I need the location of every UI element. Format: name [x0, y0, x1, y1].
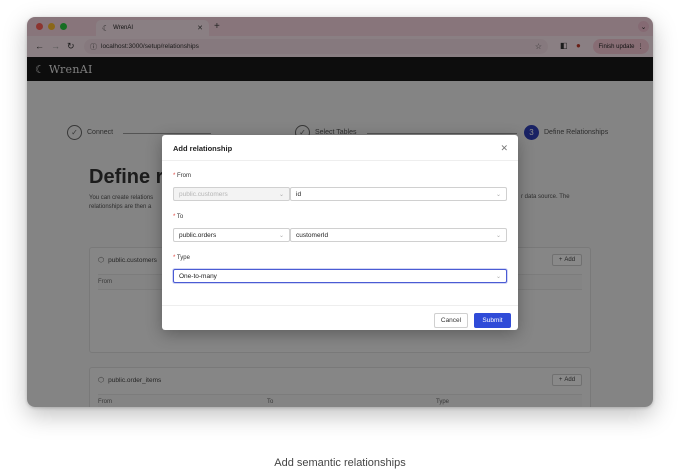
screenshot-stage: ☾ WrenAI ✕ + ⌄ ← → ↻ ⓘ localhost:3000/se… — [0, 0, 680, 472]
chevron-down-icon: ⌄ — [495, 232, 501, 239]
modal-header: Add relationship ✕ — [162, 135, 518, 161]
select-value: public.customers — [179, 190, 228, 198]
from-field-select[interactable]: id ⌄ — [290, 187, 507, 201]
chevron-down-icon: ⌄ — [495, 191, 501, 198]
chevron-down-icon: ⌄ — [495, 273, 501, 280]
select-value: id — [296, 190, 302, 198]
chevron-down-icon: ⌄ — [278, 232, 284, 239]
field-label: To — [176, 214, 184, 220]
figure-caption: Add semantic relationships — [274, 457, 406, 469]
modal-title: Add relationship — [173, 144, 233, 153]
relationship-type-select[interactable]: One-to-many ⌄ — [173, 269, 507, 283]
select-value: customerId — [296, 231, 329, 239]
chevron-down-icon: ⌄ — [278, 191, 284, 198]
to-model-select[interactable]: public.orders ⌄ — [173, 228, 290, 242]
cancel-button[interactable]: Cancel — [434, 313, 468, 328]
close-icon[interactable]: ✕ — [500, 143, 508, 154]
submit-button[interactable]: Submit — [474, 313, 511, 328]
select-value: One-to-many — [179, 272, 217, 280]
required-asterisk: * — [173, 255, 176, 261]
from-model-select: public.customers ⌄ — [173, 187, 290, 201]
add-relationship-modal: Add relationship ✕ * From public.custome… — [162, 135, 518, 330]
select-value: public.orders — [179, 231, 217, 239]
type-label: * Type — [173, 255, 190, 261]
field-label: Type — [176, 255, 190, 261]
to-field-select[interactable]: customerId ⌄ — [290, 228, 507, 242]
required-asterisk: * — [173, 173, 176, 179]
from-label: * From — [173, 173, 191, 179]
required-asterisk: * — [173, 214, 176, 220]
browser-window: ☾ WrenAI ✕ + ⌄ ← → ↻ ⓘ localhost:3000/se… — [27, 17, 653, 407]
to-label: * To — [173, 214, 183, 220]
field-label: From — [177, 173, 192, 179]
